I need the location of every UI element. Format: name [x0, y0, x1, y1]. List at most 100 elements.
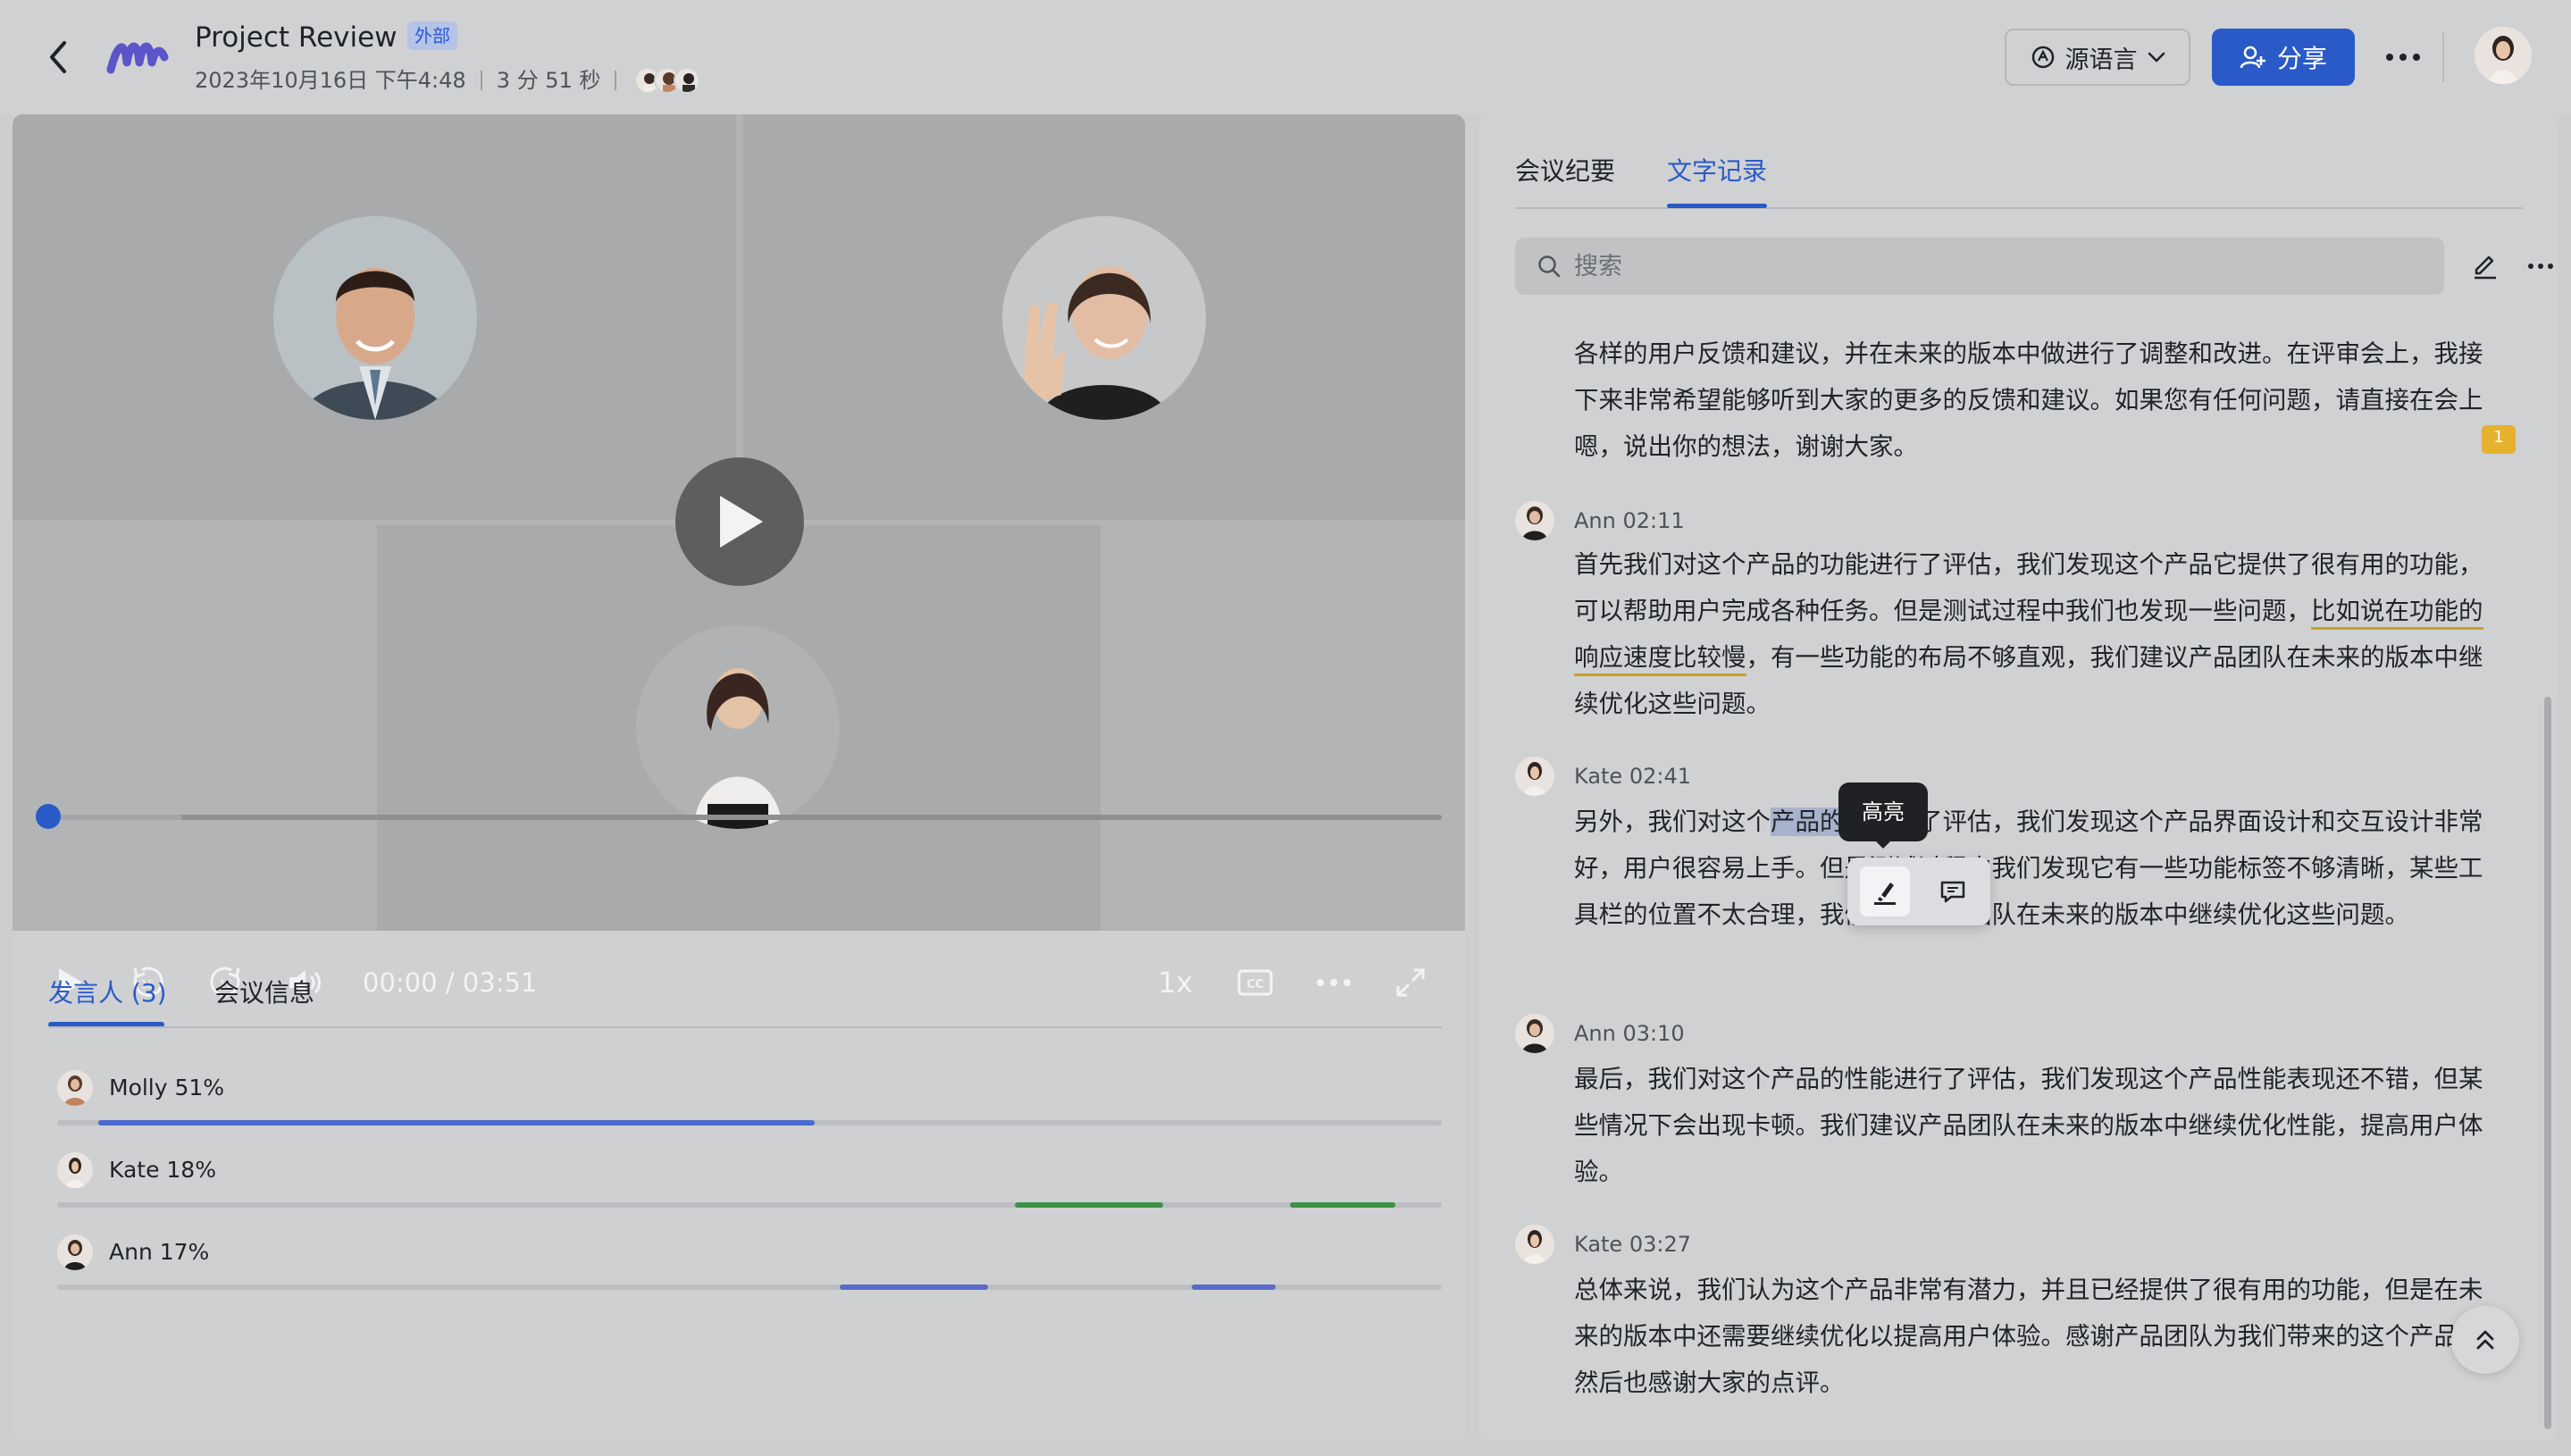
share-button[interactable]: 分享 — [2212, 29, 2355, 86]
avatar — [1515, 757, 1554, 796]
avatar — [57, 1070, 93, 1106]
more-options-button[interactable] — [2376, 30, 2430, 84]
speaker-row-ann[interactable]: Ann 17% — [48, 1222, 1442, 1304]
chevron-down-icon — [2148, 52, 2165, 63]
speaker-name-time: Ann 02:11 — [1574, 508, 1685, 533]
participant-video — [273, 216, 477, 420]
tab-divider — [48, 1026, 1442, 1028]
fullscreen-button[interactable] — [1388, 956, 1433, 1009]
app-logo — [106, 42, 169, 74]
video-player[interactable]: 15 15 00:00 / 03:51 1x CC — [13, 114, 1465, 1000]
right-panel: 会议纪要 文字记录 各样的用户反馈和建议，并在未来的版本中做进行了调整和改进。在… — [1479, 114, 2557, 1440]
highlight-button[interactable] — [1860, 866, 1910, 916]
transcript-paragraph[interactable]: 各样的用户反馈和建议，并在未来的版本中做进行了调整和改进。在评审会上，我接下来非… — [1574, 331, 2485, 470]
speaker-row-kate[interactable]: Kate 18% — [48, 1140, 1442, 1222]
svg-text:CC: CC — [1246, 978, 1263, 992]
meeting-duration: 3 分 51 秒 — [496, 68, 601, 93]
speaking-segment — [1015, 1202, 1163, 1208]
search-input[interactable] — [1574, 252, 2378, 280]
playback-speed-button[interactable]: 1x — [1158, 965, 1193, 1000]
transcript-paragraph[interactable]: 另外，我们对这个产品的也进行了评估，我们发现这个产品界面设计和交互设计非常好，用… — [1574, 799, 2485, 938]
speaker-header: Ann 02:11 — [1515, 500, 1685, 541]
comment-icon — [1940, 881, 1965, 903]
text-span: 不太合理，我们建议产品团队在未来的版本中继续优化这些问题。 — [1696, 900, 2410, 929]
captions-button[interactable]: CC — [1233, 956, 1277, 1009]
tab-transcript[interactable]: 文字记录 — [1667, 146, 1767, 197]
speaker-timeline[interactable] — [57, 1120, 1442, 1125]
highlight-tooltip: 高亮 — [1838, 782, 1928, 841]
avatar — [1515, 501, 1554, 540]
comment-count-badge[interactable]: 1 — [2482, 425, 2516, 454]
text-span: 另外，我们对这个 — [1574, 807, 1771, 836]
double-chevron-up-icon — [2476, 1330, 2494, 1350]
add-comment-button[interactable] — [1928, 866, 1978, 916]
speaker-timeline[interactable] — [57, 1202, 1442, 1208]
speaker-header: Ann 03:10 — [1515, 1013, 1685, 1054]
more-icon — [2386, 54, 2420, 61]
speaking-segment — [98, 1120, 815, 1125]
speaker-header: Kate 03:27 — [1515, 1224, 1691, 1265]
more-icon — [2528, 264, 2553, 269]
tab-speakers[interactable]: 发言人 (3) — [48, 959, 167, 1027]
avatar — [57, 1152, 93, 1188]
source-language-label: 源语言 — [2064, 46, 2138, 74]
participant-avatars[interactable] — [634, 67, 701, 94]
speaking-segment — [1192, 1284, 1276, 1290]
speaker-label: Kate 18% — [109, 1157, 216, 1183]
transcript-paragraph[interactable]: 总体来说，我们认为这个产品非常有潜力，并且已经提供了很有用的功能，但是在未来的版… — [1574, 1267, 2485, 1406]
active-tab-indicator — [1667, 204, 1767, 208]
transcript-more-button[interactable] — [2519, 245, 2557, 288]
share-label: 分享 — [2276, 44, 2327, 73]
transcript-paragraph[interactable]: 首先我们对这个产品的功能进行了评估，我们发现这个产品它提供了很有用的功能，可以帮… — [1574, 541, 2485, 727]
tab-meeting-info[interactable]: 会议信息 — [214, 959, 314, 1027]
more-icon — [1317, 979, 1351, 986]
meeting-meta: 2023年10月16日 下午4:48 3 分 51 秒 — [195, 64, 701, 96]
video-tile — [743, 114, 1465, 520]
user-avatar[interactable] — [2475, 27, 2532, 84]
speaking-segment — [840, 1284, 988, 1290]
player-more-button[interactable] — [1311, 956, 1356, 1009]
back-button[interactable] — [39, 34, 75, 80]
top-bar: Project Review 外部 2023年10月16日 下午4:48 3 分… — [0, 0, 2571, 114]
meeting-title: Project Review — [195, 21, 398, 54]
captions-icon: CC — [1237, 969, 1273, 996]
participant-video — [636, 625, 840, 829]
transcript-paragraph[interactable]: 最后，我们对这个产品的性能进行了评估，我们发现这个产品性能表现还不错，但某些情况… — [1574, 1056, 2485, 1195]
speaker-timeline[interactable] — [57, 1284, 1442, 1290]
avatar — [57, 1234, 93, 1270]
tab-divider — [1515, 207, 2523, 209]
meeting-date: 2023年10月16日 下午4:48 — [195, 68, 466, 93]
add-user-icon — [2240, 46, 2265, 69]
selection-toolbar — [1847, 858, 1990, 925]
tooltip-arrow — [1874, 840, 1892, 849]
chevron-left-icon — [50, 41, 66, 73]
selected-text[interactable]: 产品的 — [1771, 807, 1845, 836]
avatar — [674, 67, 701, 94]
speaker-row-molly[interactable]: Molly 51% — [48, 1058, 1442, 1140]
source-language-dropdown[interactable]: 源语言 — [2005, 29, 2190, 86]
edit-transcript-button[interactable] — [2464, 245, 2507, 288]
transcript-search[interactable] — [1515, 238, 2444, 295]
speaker-name-time: Kate 02:41 — [1574, 764, 1691, 789]
progress-bar[interactable] — [48, 815, 1442, 820]
tab-meeting-minutes[interactable]: 会议纪要 — [1515, 146, 1615, 197]
meta-divider — [480, 71, 482, 90]
speaker-name-time: Ann 03:10 — [1574, 1021, 1685, 1046]
meta-divider — [615, 71, 617, 90]
avatar — [1515, 1014, 1554, 1053]
play-icon — [720, 496, 763, 548]
avatar — [1515, 1225, 1554, 1264]
playback-time: 00:00 / 03:51 — [363, 967, 538, 998]
play-overlay-button[interactable] — [675, 457, 804, 586]
speaker-name-time: Kate 03:27 — [1574, 1232, 1691, 1257]
progress-handle[interactable] — [36, 804, 61, 829]
edit-icon — [2475, 255, 2496, 280]
header-divider — [2442, 32, 2444, 82]
video-tile — [377, 525, 1101, 931]
external-badge: 外部 — [407, 21, 457, 50]
participant-video — [1002, 216, 1206, 420]
transcript-scrollbar[interactable] — [2544, 697, 2551, 1429]
scroll-to-top-button[interactable] — [2451, 1306, 2519, 1374]
buffer-bar — [48, 815, 182, 820]
translate-icon — [2031, 46, 2054, 69]
